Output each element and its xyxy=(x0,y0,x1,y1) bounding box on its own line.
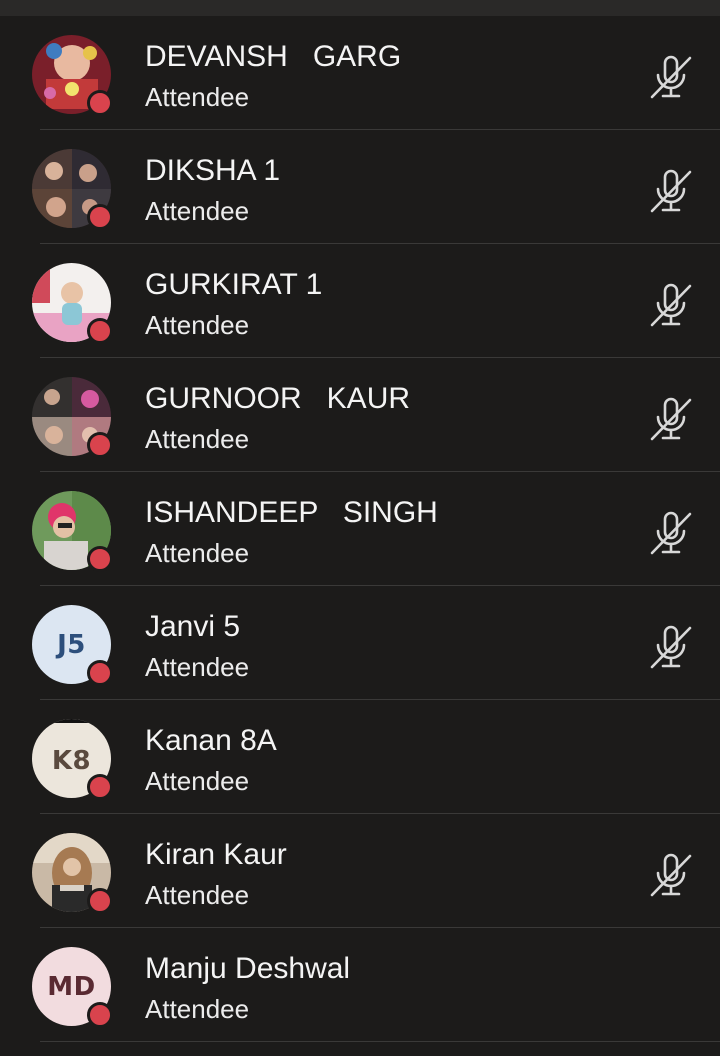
mic-off-icon[interactable] xyxy=(648,281,694,329)
status-dot xyxy=(87,90,113,116)
status-dot xyxy=(87,318,113,344)
participant-role: Attendee xyxy=(145,994,250,1024)
mic-off-icon[interactable] xyxy=(648,509,694,557)
participant-name: Kanan 8A xyxy=(145,724,277,757)
participant-row[interactable]: MD Manju Deshwal Attendee xyxy=(0,928,720,1042)
participant-row[interactable]: GURNOOR KAUR Attendee xyxy=(0,358,720,472)
status-dot xyxy=(87,1002,113,1028)
mic-off-icon[interactable] xyxy=(648,623,694,671)
mic-off-icon[interactable] xyxy=(648,53,694,101)
participant-role: Attendee xyxy=(145,310,250,340)
status-dot xyxy=(87,660,113,686)
participant-name: DIKSHA 1 xyxy=(145,154,281,187)
participant-row[interactable]: Kiran Kaur Attendee xyxy=(0,814,720,928)
participant-row[interactable]: J5 Janvi 5 Attendee xyxy=(0,586,720,700)
participant-role: Attendee xyxy=(145,766,250,796)
participant-role: Attendee xyxy=(145,652,250,682)
participant-role: Attendee xyxy=(145,196,250,226)
participant-name: ISHANDEEP SINGH xyxy=(145,496,438,529)
participant-row[interactable]: K8 Kanan 8A Attendee xyxy=(0,700,720,814)
participant-row[interactable]: DIKSHA 1 Attendee xyxy=(0,130,720,244)
participant-role: Attendee xyxy=(145,82,250,112)
participant-name: DEVANSH GARG xyxy=(145,40,402,73)
participant-row[interactable]: GURKIRAT 1 Attendee xyxy=(0,244,720,358)
status-dot xyxy=(87,888,113,914)
participant-list: DEVANSH GARG Attendee DIKSHA 1 Attendee … xyxy=(0,16,720,1042)
status-dot xyxy=(87,774,113,800)
participant-name: Manju Deshwal xyxy=(145,952,351,985)
status-dot xyxy=(87,546,113,572)
status-dot xyxy=(87,432,113,458)
participant-name: GURKIRAT 1 xyxy=(145,268,323,301)
mic-off-icon[interactable] xyxy=(648,167,694,215)
participant-name: Kiran Kaur xyxy=(145,838,287,871)
status-dot xyxy=(87,204,113,230)
top-strip xyxy=(0,0,720,16)
participant-name: GURNOOR KAUR xyxy=(145,382,411,415)
participant-row[interactable]: DEVANSH GARG Attendee xyxy=(0,16,720,130)
mic-off-icon[interactable] xyxy=(648,395,694,443)
participant-role: Attendee xyxy=(145,424,250,454)
participant-name: Janvi 5 xyxy=(145,610,241,643)
participant-role: Attendee xyxy=(145,538,250,568)
mic-off-icon[interactable] xyxy=(648,851,694,899)
participant-role: Attendee xyxy=(145,880,250,910)
participant-row[interactable]: ISHANDEEP SINGH Attendee xyxy=(0,472,720,586)
